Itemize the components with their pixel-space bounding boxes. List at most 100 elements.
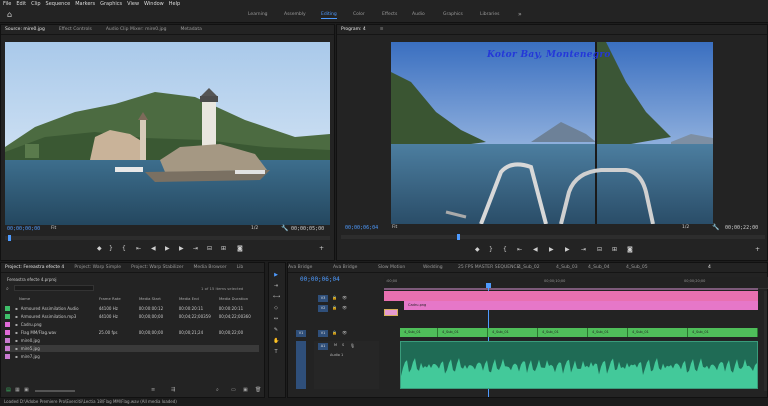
go-to-in-icon[interactable]: { (122, 245, 126, 252)
pen-tool-icon[interactable]: ✎ (273, 327, 279, 333)
play-icon[interactable]: ▶ (549, 246, 554, 253)
source-playhead[interactable] (8, 235, 11, 241)
program-tab[interactable]: Program: 4 (341, 27, 366, 32)
toggle-output-icon[interactable]: 👁 (342, 330, 347, 335)
step-back-icon[interactable]: ◀ (533, 246, 538, 253)
step-back-icon[interactable]: ◀ (151, 245, 156, 252)
solo-button[interactable]: S (342, 343, 344, 347)
program-resolution-select[interactable]: 1/2 (682, 225, 689, 230)
program-menu-icon[interactable]: ≡ (380, 27, 384, 32)
timeline-scrollbar-vertical[interactable] (764, 291, 767, 391)
track-a1-label[interactable]: A1 (318, 343, 328, 350)
label-color-swatch[interactable] (5, 306, 10, 311)
find-icon[interactable]: ⌕ (216, 387, 219, 393)
menu-window[interactable]: Window (144, 1, 164, 7)
razor-tool-icon[interactable]: ◇ (273, 305, 279, 311)
clip-4-sub-01[interactable]: 4_Sub_01 (628, 328, 688, 337)
sequence-tab-0[interactable]: Ava Bridge (288, 265, 312, 270)
play-icon[interactable]: ▶ (165, 245, 170, 252)
menu-edit[interactable]: Edit (16, 1, 26, 7)
program-wrench-icon[interactable]: 🔧 (712, 224, 719, 231)
toggle-output-icon[interactable]: 👁 (342, 295, 347, 300)
project-tab-4[interactable]: Lib (237, 265, 244, 270)
list-view-icon[interactable]: ▤ (6, 387, 11, 393)
source-tab-2[interactable]: Audio Clip Mixer: mire0.jpg (106, 27, 167, 32)
workspace-libraries[interactable]: Libraries (480, 12, 499, 17)
source-wrench-icon[interactable]: 🔧 (281, 225, 288, 232)
menu-view[interactable]: View (127, 1, 139, 7)
column-name[interactable]: Name (19, 296, 30, 301)
label-color-swatch[interactable] (5, 354, 10, 359)
program-add-button-icon[interactable]: + (755, 246, 760, 253)
menu-file[interactable]: File (3, 1, 11, 7)
hand-tool-icon[interactable]: ✋ (273, 338, 279, 344)
insert-icon[interactable]: ⊟ (207, 245, 212, 252)
sequence-tab-9[interactable]: 4 (708, 265, 711, 270)
voiceover-icon[interactable]: 🎙 (350, 343, 355, 348)
timeline-playhead-handle[interactable] (486, 283, 491, 288)
audio-clip[interactable] (400, 341, 758, 389)
project-row[interactable]: ▪ mire0.jpg (5, 337, 259, 344)
workspace-assembly[interactable]: Assembly (284, 12, 306, 17)
project-tab-2[interactable]: Project: Warp Stabilizer (131, 265, 183, 270)
sequence-tab-8[interactable]: 4_Sub_05 (626, 265, 648, 270)
trash-icon[interactable]: 🗑 (255, 387, 261, 393)
export-frame-icon[interactable]: ◙ (237, 245, 243, 252)
mark-out-icon[interactable]: } (109, 245, 113, 252)
ripple-edit-tool-icon[interactable]: ⟷ (273, 294, 280, 300)
project-row[interactable]: ▪ Cadru.png (5, 321, 259, 328)
source-time-ruler[interactable] (5, 236, 330, 240)
sequence-tab-7[interactable]: 4_Sub_04 (588, 265, 610, 270)
sync-lock-icon[interactable]: 🔒 (332, 295, 337, 300)
source-add-button-icon[interactable]: + (319, 245, 324, 252)
timeline-timecode[interactable]: 00;00;06;04 (300, 276, 340, 283)
menu-clip[interactable]: Clip (31, 1, 40, 7)
sort-icon[interactable]: ≡ (151, 387, 155, 393)
extract-icon[interactable]: ⊞ (612, 246, 617, 253)
selection-tool-icon[interactable]: ▶ (273, 272, 279, 278)
workspace-editing[interactable]: Editing (321, 12, 337, 19)
program-playhead[interactable] (457, 234, 460, 240)
sync-lock-icon[interactable]: 🔒 (332, 305, 337, 310)
clip-4-sub-01[interactable]: 4_Sub_01 (538, 328, 588, 337)
freeform-view-icon[interactable]: ▣ (24, 387, 29, 393)
project-row[interactable]: ▪ mire7.jpg (5, 353, 259, 360)
menu-help[interactable]: Help (169, 1, 180, 7)
label-color-swatch[interactable] (5, 314, 10, 319)
label-color-swatch[interactable] (5, 322, 10, 327)
overwrite-icon[interactable]: ⊞ (221, 245, 226, 252)
program-time-ruler[interactable] (341, 235, 765, 239)
sequence-tab-2[interactable]: Slow Motion (378, 265, 405, 270)
column-media-duration[interactable]: Media Duration (219, 296, 248, 301)
mark-out-icon[interactable]: } (489, 246, 493, 253)
clip-4-sub-01[interactable]: 4_Sub_01 (400, 328, 438, 337)
go-to-in-icon[interactable]: { (503, 246, 507, 253)
workspace-color[interactable]: Color (353, 12, 365, 17)
mark-in-icon[interactable]: ◆ (97, 245, 102, 252)
track-a1-source-patch[interactable] (296, 341, 306, 389)
label-color-swatch[interactable] (5, 338, 10, 343)
program-fit-select[interactable]: Fit (392, 225, 397, 230)
column-media-start[interactable]: Media Start (139, 296, 161, 301)
source-fit-select[interactable]: Fit (51, 226, 56, 231)
sequence-tab-4[interactable]: 25 FPS MASTER SEQUENCE (458, 265, 519, 270)
track-v2-label[interactable]: V2 (318, 305, 328, 312)
menu-graphics[interactable]: Graphics (100, 1, 122, 7)
project-row[interactable]: ▪ Armoured Assimilation Audio 44100 Hz 00:0… (5, 305, 259, 312)
source-timecode[interactable]: 00;00;00;00 (7, 226, 40, 232)
home-icon[interactable]: ⌂ (7, 11, 15, 19)
source-resolution-select[interactable]: 1/2 (251, 226, 258, 231)
project-tab-1[interactable]: Project: Warp Simple (74, 265, 121, 270)
column-media-end[interactable]: Media End (179, 296, 199, 301)
workspace-graphics[interactable]: Graphics (443, 12, 463, 17)
project-tab-0[interactable]: Project: Fereastra efecte 4 (5, 265, 64, 270)
project-row[interactable]: ▪ Armoured Assimilation.mp3 44100 Hz 00;00;… (5, 313, 259, 320)
work-area-bar[interactable] (384, 288, 758, 290)
zoom-slider[interactable] (35, 390, 75, 392)
track-v3-label[interactable]: V3 (318, 295, 328, 302)
source-patch-v1[interactable]: V1 (296, 330, 306, 337)
workspace-overflow-button[interactable]: » (518, 11, 522, 18)
go-to-out-icon[interactable]: ⇥ (581, 246, 586, 253)
go-to-in-point-icon[interactable]: ⇤ (136, 245, 141, 252)
program-timecode[interactable]: 00;00;06;04 (345, 225, 378, 231)
